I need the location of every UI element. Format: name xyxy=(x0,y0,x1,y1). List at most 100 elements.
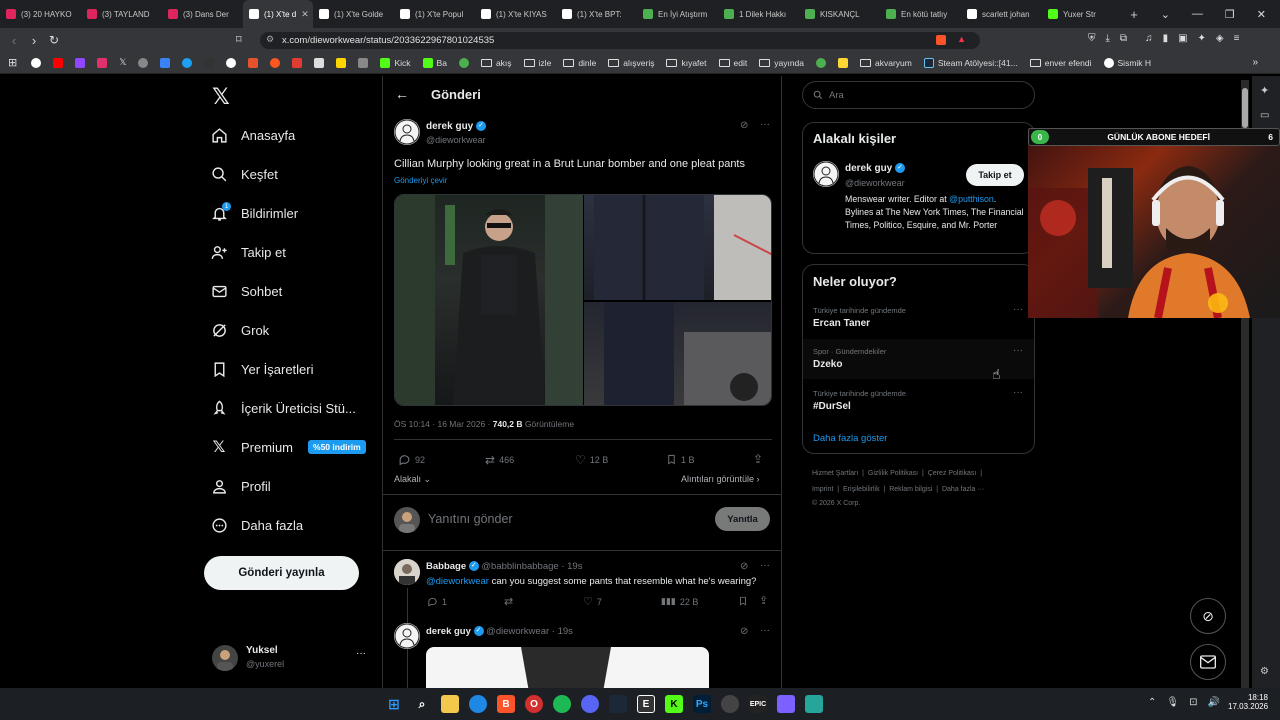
minimize-icon[interactable]: — xyxy=(1192,8,1203,21)
sidebar-icon[interactable]: ▮ xyxy=(1163,33,1169,44)
epic-games-icon[interactable]: EPIC xyxy=(749,695,767,713)
bookmark-orange-icon[interactable] xyxy=(244,57,262,68)
app-icon[interactable] xyxy=(777,695,795,713)
sidebar-item-more[interactable]: Daha fazla xyxy=(210,516,303,534)
trend-item[interactable]: Türkiye tarihinde gündemde Ercan Taner ·… xyxy=(813,304,1023,329)
browser-tab[interactable]: (3) 20 HAYKO xyxy=(0,0,81,28)
epic-icon[interactable]: E xyxy=(637,695,655,713)
relevant-handle[interactable]: @dieworkwear xyxy=(845,178,905,188)
browser-tab[interactable]: 1 Dilek Hakkı xyxy=(718,0,799,28)
search-input[interactable]: Ara xyxy=(802,81,1035,109)
post-button[interactable]: Gönderi yayınla xyxy=(204,556,359,590)
messages-float-button[interactable] xyxy=(1190,644,1226,680)
bookmark-button[interactable]: 1 B xyxy=(666,453,695,466)
bookmark-red-icon[interactable] xyxy=(266,57,284,68)
footer-link[interactable]: Hizmet Şartları xyxy=(812,470,858,477)
brave-shield-icon[interactable] xyxy=(936,35,946,45)
bookmark-dot-icon[interactable] xyxy=(222,57,240,68)
tweet-author-name[interactable]: derek guy xyxy=(426,121,473,132)
bookmark-x-icon[interactable]: 𝕏 xyxy=(115,57,130,68)
bookmark-amazon-icon[interactable] xyxy=(310,57,328,68)
browser-tab[interactable]: (1) X'te KIYAS xyxy=(475,0,556,28)
tab-close-icon[interactable]: ✕ xyxy=(301,9,309,20)
show-more-link[interactable]: Daha fazla göster xyxy=(813,433,887,444)
brave-rewards-icon[interactable]: ▲ xyxy=(957,34,966,44)
sidebar-item-profile[interactable]: Profil xyxy=(210,477,271,495)
browser-tab[interactable]: En kötü tatlıy xyxy=(880,0,961,28)
forward-icon[interactable]: › xyxy=(24,33,44,48)
bookmark-twitch-icon[interactable] xyxy=(71,57,89,68)
footer-link[interactable]: Çerez Politikası xyxy=(928,470,977,477)
trend-item[interactable]: Türkiye tarihinde gündemde #DurSel ··· xyxy=(813,387,1023,412)
reply-author-name[interactable]: Babbage xyxy=(426,561,466,572)
reply-handle[interactable]: @dieworkwear xyxy=(486,626,549,637)
apps-grid-icon[interactable]: ⊞ xyxy=(8,56,17,69)
browser-tab[interactable]: (3) TAYLAND xyxy=(81,0,162,28)
footer-link[interactable]: Daha fazla ··· xyxy=(942,486,984,493)
reply-handle[interactable]: @babblinbabbage xyxy=(481,561,558,572)
author-avatar[interactable] xyxy=(394,119,420,145)
sidebar-item-explore[interactable]: Keşfet xyxy=(210,165,278,183)
reader-icon[interactable]: ▭ xyxy=(1260,110,1269,121)
sidebar-item-home[interactable]: Anasayfa xyxy=(210,126,295,144)
media-image-1[interactable] xyxy=(395,195,583,405)
sidebar-item-bookmarks[interactable]: Yer İşaretleri xyxy=(210,360,314,378)
site-info-icon[interactable]: ⚙ xyxy=(266,34,274,45)
bookmark-yellow-icon[interactable] xyxy=(332,57,350,68)
account-switcher[interactable]: Yuksel @yuxerel ··· xyxy=(210,642,374,676)
sidebar-item-chat[interactable]: Sohbet xyxy=(210,282,282,300)
browser-tab[interactable]: En İyi Atıştırm xyxy=(637,0,718,28)
reply-button[interactable]: 92 xyxy=(398,453,425,466)
trend-more-icon[interactable]: ··· xyxy=(1013,304,1023,315)
share-icon[interactable]: ⇪ xyxy=(753,452,763,466)
browser-tab[interactable]: Yuxer Str xyxy=(1042,0,1123,28)
browser-tab[interactable]: (1) X'te d ✕ xyxy=(243,0,313,28)
retweet-button[interactable]: ⇄ 466 xyxy=(485,453,514,467)
reply-avatar[interactable] xyxy=(394,623,420,649)
network-icon[interactable]: ⊡ xyxy=(1189,697,1197,708)
share-icon[interactable]: ⇪ xyxy=(759,594,768,607)
reply-retweet-button[interactable]: ⇄ xyxy=(504,595,517,608)
like-button[interactable]: ♡ 12 B xyxy=(575,453,608,467)
grok-icon[interactable]: ⊘ xyxy=(740,561,748,572)
bookmark-q-icon[interactable] xyxy=(812,57,830,68)
footer-link[interactable]: Reklam bilgisi xyxy=(889,486,932,493)
quotes-link[interactable]: Alıntıları görüntüle › xyxy=(681,474,760,484)
bookmark-kick[interactable]: Kick xyxy=(376,57,414,68)
mic-icon[interactable]: 🎙 xyxy=(1166,697,1179,708)
browser-tab[interactable]: (3) Dans Der xyxy=(162,0,243,28)
reply-time[interactable]: · 19s xyxy=(561,561,582,572)
sidebar-item-premium[interactable]: 𝕏 Premium %50 indirim xyxy=(210,438,366,456)
kick-icon[interactable]: K xyxy=(665,695,683,713)
bookmark-youtube-icon[interactable] xyxy=(49,57,67,68)
sidebar-item-follow[interactable]: Takip et xyxy=(210,243,286,261)
bookmark-page-icon[interactable]: ⌑ xyxy=(236,33,242,46)
bookmark-kiyafet[interactable]: kıyafet xyxy=(662,58,710,68)
bookmark-google-icon[interactable] xyxy=(27,57,45,68)
reply-views-button[interactable]: ▮▮▮ 22 B xyxy=(661,596,698,607)
scrollbar-thumb[interactable] xyxy=(1242,88,1248,128)
reply-more-icon[interactable]: ··· xyxy=(760,625,770,636)
footer-link[interactable]: Erişilebilirlik xyxy=(843,486,880,493)
volume-icon[interactable]: 🔊 xyxy=(1207,697,1219,708)
menu-icon[interactable]: ≡ xyxy=(1234,33,1240,44)
reply-more-icon[interactable]: ··· xyxy=(760,560,770,571)
relevant-avatar[interactable] xyxy=(813,161,839,187)
music-icon[interactable]: ♫ xyxy=(1145,33,1153,44)
bookmark-dinle[interactable]: dinle xyxy=(559,58,600,68)
restore-icon[interactable]: ❐ xyxy=(1225,8,1235,21)
browser-tab[interactable]: (1) X'te BPT: xyxy=(556,0,637,28)
tweet-author-handle[interactable]: @dieworkwear xyxy=(426,135,486,145)
settings-icon[interactable]: ⚙ xyxy=(1260,666,1269,677)
grok-icon[interactable]: ⊘ xyxy=(740,626,748,637)
bio-mention[interactable]: @putthison xyxy=(949,194,994,204)
edge-icon[interactable] xyxy=(469,695,487,713)
bookmark-alisveris[interactable]: alışveriş xyxy=(604,58,658,68)
browser-tab[interactable]: KISKANÇL xyxy=(799,0,880,28)
grok-float-button[interactable]: ⊘ xyxy=(1190,598,1226,634)
address-bar[interactable]: ⚙ x.com/dieworkwear/status/2033622967801… xyxy=(260,32,980,49)
more-options-icon[interactable]: ··· xyxy=(356,648,366,659)
media-image-2[interactable] xyxy=(584,195,771,300)
reply-bookmark-button[interactable] xyxy=(738,595,748,607)
photoshop-icon[interactable]: Ps xyxy=(693,695,711,713)
